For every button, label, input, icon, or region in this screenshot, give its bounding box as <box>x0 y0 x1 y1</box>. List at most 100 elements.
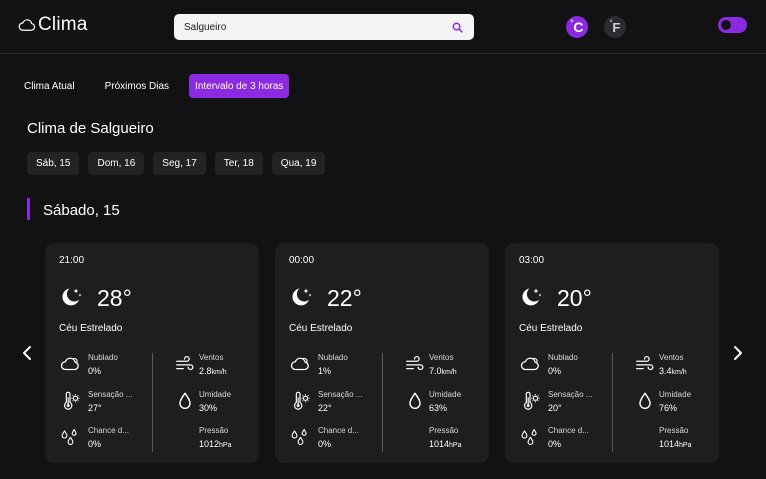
celsius-label: C <box>573 19 584 35</box>
metric-value: 27° <box>88 403 102 413</box>
metric-label: Nublado <box>318 353 348 362</box>
forecast-temperature: 22° <box>327 285 362 311</box>
thermometer-icon <box>59 390 81 412</box>
raindrops-icon <box>289 426 311 448</box>
tab-next-days[interactable]: Próximos Dias <box>99 74 175 98</box>
pressure-amount: 1014 <box>429 439 450 449</box>
wind-speed: 7.0 <box>429 366 442 376</box>
wind-speed: 3.4 <box>659 366 672 376</box>
metric-label: Ventos <box>659 353 684 362</box>
carousel-prev-button[interactable] <box>19 344 35 362</box>
water-drop-icon <box>404 390 426 412</box>
forecast-card: 00:00 22° Céu Estrelado Nublado 1% Vento… <box>275 243 489 463</box>
thermometer-icon <box>519 390 541 412</box>
moon-stars-icon <box>289 285 313 309</box>
search-field[interactable]: Salgueiro <box>174 14 474 40</box>
day-chip[interactable]: Seg, 17 <box>153 152 206 175</box>
metric-value: 30% <box>199 403 218 413</box>
chevron-left-icon <box>23 346 31 360</box>
day-chip[interactable]: Dom, 16 <box>88 152 145 175</box>
metric-value: 22° <box>318 403 332 413</box>
metric-value: 2.8km/h <box>199 366 227 376</box>
metric-label: Pressão <box>199 426 229 435</box>
metric-label: Umidade <box>429 390 462 399</box>
metric-value: 0% <box>88 366 102 376</box>
view-tabs: Clima Atual Próximos Dias Intervalo de 3… <box>18 74 290 98</box>
section-title: Sábado, 15 <box>43 202 120 219</box>
forecast-card: 03:00 20° Céu Estrelado Nublado 0% Vento… <box>505 243 719 463</box>
celsius-toggle-button[interactable]: ° C <box>566 16 588 38</box>
app-logo[interactable]: Clima <box>18 14 88 36</box>
metric-label: Nublado <box>548 353 578 362</box>
forecast-time: 03:00 <box>519 255 545 266</box>
moon-stars-icon <box>59 285 83 309</box>
metric-value: 1014hPa <box>429 439 462 449</box>
pressure-unit: hPa <box>679 442 692 449</box>
wind-unit: km/h <box>671 369 687 376</box>
day-chip[interactable]: Sáb, 15 <box>27 152 80 175</box>
cloud-icon <box>289 353 311 375</box>
metric-label: Sensação ... <box>88 390 133 399</box>
tab-3-hour-interval[interactable]: Intervalo de 3 horas <box>189 74 290 98</box>
forecast-condition: Céu Estrelado <box>59 323 123 334</box>
app-name: Clima <box>38 14 88 35</box>
toggle-knob <box>721 20 731 30</box>
cloud-icon <box>519 353 541 375</box>
search-input[interactable]: Salgueiro <box>184 22 450 33</box>
water-drop-icon <box>634 390 656 412</box>
day-chip[interactable]: Qua, 19 <box>271 152 326 175</box>
metric-label: Pressão <box>659 426 689 435</box>
forecast-time: 00:00 <box>289 255 315 266</box>
moon-stars-icon <box>519 285 543 309</box>
forecast-card: 21:00 28° Céu Estrelado Nublado 0% Vento… <box>45 243 259 463</box>
fahrenheit-toggle-button[interactable]: ° F <box>604 16 626 38</box>
metric-label: Chance d... <box>548 426 589 435</box>
raindrops-icon <box>519 426 541 448</box>
metric-value: 20° <box>548 403 562 413</box>
metric-value: 1014hPa <box>659 439 692 449</box>
metric-value: 3.4km/h <box>659 366 687 376</box>
wind-speed: 2.8 <box>199 366 212 376</box>
search-icon[interactable] <box>450 20 464 34</box>
pressure-unit: hPa <box>449 442 462 449</box>
thermometer-icon <box>289 390 311 412</box>
metric-value: 0% <box>548 439 562 449</box>
metric-label: Sensação ... <box>548 390 593 399</box>
day-selector: Sáb, 15 Dom, 16 Seg, 17 Ter, 18 Qua, 19 <box>27 152 326 175</box>
forecast-temperature: 28° <box>97 285 132 311</box>
cloud-icon <box>59 353 81 375</box>
wind-icon <box>634 353 656 375</box>
forecast-condition: Céu Estrelado <box>289 323 353 334</box>
metric-label: Ventos <box>199 353 224 362</box>
metric-label: Nublado <box>88 353 118 362</box>
pressure-unit: hPa <box>219 442 232 449</box>
theme-toggle-switch[interactable] <box>718 17 747 33</box>
forecast-temperature: 20° <box>557 285 592 311</box>
pressure-amount: 1012 <box>199 439 220 449</box>
water-drop-icon <box>174 390 196 412</box>
forecast-time: 21:00 <box>59 255 85 266</box>
carousel-next-button[interactable] <box>730 344 746 362</box>
metrics-divider <box>152 353 153 452</box>
metric-value: 76% <box>659 403 678 413</box>
metric-label: Chance d... <box>88 426 129 435</box>
wind-icon <box>404 353 426 375</box>
metric-value: 1012hPa <box>199 439 232 449</box>
metric-label: Chance d... <box>318 426 359 435</box>
wind-unit: km/h <box>441 369 457 376</box>
wind-unit: km/h <box>211 369 227 376</box>
metric-label: Ventos <box>429 353 454 362</box>
chevron-right-icon <box>734 346 742 360</box>
pressure-amount: 1014 <box>659 439 680 449</box>
fahrenheit-label: F <box>612 19 621 35</box>
raindrops-icon <box>59 426 81 448</box>
metric-value: 63% <box>429 403 448 413</box>
metric-value: 7.0km/h <box>429 366 457 376</box>
tab-current-weather[interactable]: Clima Atual <box>18 74 81 98</box>
day-chip[interactable]: Ter, 18 <box>214 152 263 175</box>
metrics-divider <box>612 353 613 452</box>
app-header: Clima Salgueiro ° C ° F <box>0 0 766 54</box>
metric-label: Umidade <box>659 390 692 399</box>
section-accent-bar <box>27 198 30 220</box>
metrics-divider <box>382 353 383 452</box>
